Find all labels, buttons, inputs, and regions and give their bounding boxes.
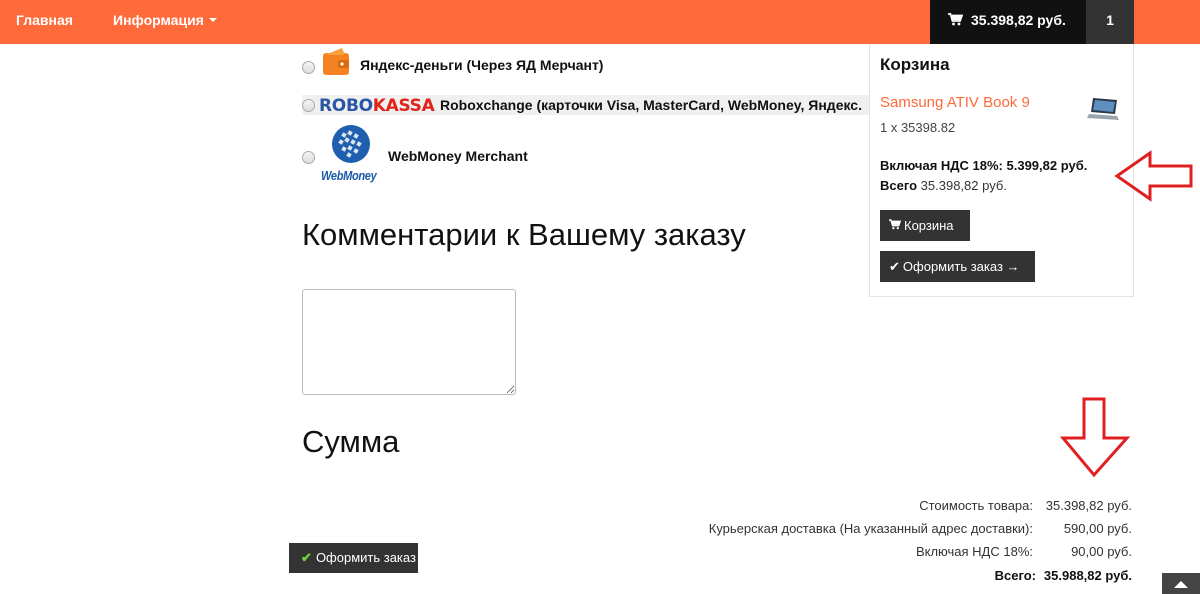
place-order-button[interactable]: ✔ Оформить заказ bbox=[289, 543, 418, 573]
payment-radio-robokassa[interactable] bbox=[302, 99, 315, 112]
shopping-cart-icon bbox=[948, 13, 963, 26]
payment-radio-yandex[interactable] bbox=[302, 61, 315, 74]
delivery-label: Курьерская доставка (На указанный адрес … bbox=[708, 521, 1033, 536]
mini-cart-total-label: Всего bbox=[880, 178, 918, 193]
grand-total-value: 35.988,82 руб. bbox=[1043, 568, 1132, 583]
annotation-arrow-left-icon bbox=[1114, 150, 1193, 202]
payment-label-webmoney[interactable]: WebMoney Merchant bbox=[388, 148, 528, 164]
payment-radio-webmoney[interactable] bbox=[302, 151, 315, 164]
nav-info-label: Информация bbox=[113, 12, 204, 28]
mini-cart-checkout-label: Оформить заказ → bbox=[902, 259, 1020, 274]
cart-count-badge[interactable]: 1 bbox=[1086, 0, 1134, 44]
cart-total-amount: 35.398,82 руб. bbox=[971, 12, 1066, 28]
place-order-label: Оформить заказ bbox=[315, 550, 416, 565]
mini-cart-total: Всего 35.398,82 руб. bbox=[880, 178, 1007, 193]
mini-cart-title: Корзина bbox=[880, 55, 950, 74]
mini-cart-view-button[interactable]: Корзина bbox=[880, 210, 970, 241]
robokassa-logo-part2: KASSA bbox=[372, 96, 435, 116]
vat-label: Включая НДС 18%: bbox=[915, 544, 1033, 559]
mini-cart-product-link[interactable]: Samsung ATIV Book 9 bbox=[880, 94, 1030, 111]
yandex-money-icon bbox=[323, 48, 349, 75]
scroll-to-top-button[interactable] bbox=[1162, 573, 1200, 594]
grand-total-label: Всего: bbox=[994, 568, 1036, 583]
nav-info-dropdown[interactable]: Информация bbox=[113, 0, 217, 44]
nav-home-link[interactable]: Главная bbox=[16, 0, 73, 44]
mini-cart-qty: 1 x 35398.82 bbox=[880, 120, 956, 135]
vat-value: 90,00 руб. bbox=[1071, 544, 1132, 559]
subtotal-label: Стоимость товара: bbox=[919, 498, 1033, 513]
order-comment-textarea[interactable] bbox=[302, 289, 516, 395]
checkmark-icon: ✔ bbox=[301, 550, 312, 565]
mini-cart-checkout-button[interactable]: ✔ Оформить заказ → bbox=[880, 251, 1035, 282]
sum-heading: Сумма bbox=[302, 424, 400, 459]
caret-down-icon bbox=[208, 18, 217, 23]
subtotal-value: 35.398,82 руб. bbox=[1045, 498, 1132, 513]
shopping-cart-icon bbox=[889, 219, 902, 230]
comments-heading: Комментарии к Вашему заказу bbox=[302, 217, 746, 252]
mini-cart-view-label: Корзина bbox=[904, 218, 954, 233]
payment-label-yandex[interactable]: Яндекс-деньги (Через ЯД Мерчант) bbox=[360, 57, 603, 73]
webmoney-logo-text: WebMoney bbox=[321, 168, 377, 183]
cart-summary-button[interactable]: 35.398,82 руб. bbox=[930, 0, 1086, 44]
robokassa-logo: ROBOKASSA bbox=[319, 96, 435, 116]
delivery-value: 590,00 руб. bbox=[1063, 521, 1132, 536]
checkmark-icon: ✔ bbox=[889, 259, 900, 274]
mini-cart-total-value: 35.398,82 руб. bbox=[920, 178, 1007, 193]
payment-label-robokassa[interactable]: Roboxchange (карточки Visa, MasterCard, … bbox=[440, 97, 862, 113]
annotation-arrow-down-icon bbox=[1060, 397, 1130, 478]
robokassa-logo-part1: ROBO bbox=[319, 96, 373, 116]
laptop-thumbnail-icon[interactable] bbox=[1087, 96, 1120, 124]
mini-cart-vat: Включая НДС 18%: 5.399,82 руб. bbox=[880, 158, 1088, 173]
